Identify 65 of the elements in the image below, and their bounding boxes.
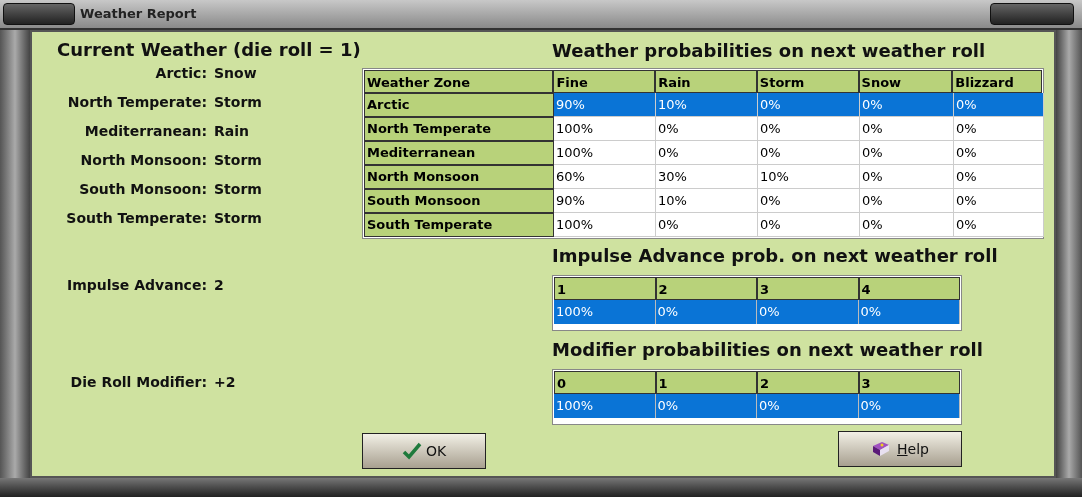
- section-heading: Weather probabilities on next weather roll: [552, 39, 987, 63]
- table-row[interactable]: 100% 0% 0% 0% 0%: [554, 117, 1044, 141]
- table-cell: 0%: [655, 300, 757, 324]
- column-header: Blizzard: [952, 70, 1042, 93]
- zone-label: South Monsoon:: [78, 180, 207, 199]
- column-header: 1: [655, 371, 757, 394]
- zone-label: North Temperate:: [66, 93, 207, 112]
- column-header: 0: [554, 371, 656, 394]
- table-cell: 0%: [757, 300, 859, 324]
- zone-value: Storm: [214, 93, 262, 112]
- row-header: North Temperate: [364, 117, 554, 141]
- section-heading: Modifier probabilities on next weather roll: [552, 338, 984, 362]
- row-header: South Monsoon: [364, 189, 554, 213]
- column-header: Rain: [655, 70, 757, 93]
- column-header: 3: [858, 371, 960, 394]
- table-cell: 0%: [757, 394, 859, 418]
- table-row[interactable]: 60% 30% 10% 0% 0%: [554, 165, 1044, 189]
- window-title: Weather Report: [80, 5, 198, 23]
- column-header: 1: [554, 277, 656, 300]
- section-heading: Current Weather (die roll = 1): [57, 38, 362, 62]
- table-cell: 0%: [860, 213, 954, 237]
- table-cell: 0%: [858, 394, 960, 418]
- zone-value: Snow: [214, 64, 257, 83]
- zone-value: 2: [214, 276, 224, 295]
- checkmark-icon: [401, 442, 422, 460]
- zone-value: Storm: [214, 209, 262, 228]
- zone-label: Arctic:: [154, 64, 207, 83]
- ok-button[interactable]: OK: [362, 433, 486, 469]
- table-row[interactable]: 90% 10% 0% 0% 0%: [554, 93, 1044, 117]
- table-cell: 100%: [554, 394, 656, 418]
- zone-label: North Monsoon:: [79, 151, 207, 170]
- column-header: 3: [757, 277, 859, 300]
- section-heading: Impulse Advance prob. on next weather roll: [552, 244, 999, 268]
- table-cell: 0%: [758, 213, 860, 237]
- column-header: 2: [655, 277, 757, 300]
- row-header: Arctic: [364, 93, 554, 117]
- zone-value: Storm: [214, 151, 262, 170]
- zone-value: Rain: [214, 122, 249, 141]
- table-cell: 0%: [656, 213, 758, 237]
- row-header: Mediterranean: [364, 141, 554, 165]
- column-header: 2: [757, 371, 859, 394]
- zone-value: Storm: [214, 180, 262, 199]
- row-header: South Temperate: [364, 213, 554, 237]
- zone-value: +2: [214, 373, 236, 392]
- table-cell: 0%: [954, 213, 1044, 237]
- table-cell: 0%: [655, 394, 757, 418]
- row-header: North Monsoon: [364, 165, 554, 189]
- table-row[interactable]: 100% 0% 0% 0% 0%: [554, 213, 1044, 237]
- column-header: Snow: [858, 70, 953, 93]
- table-row[interactable]: 100% 0% 0% 0%: [554, 300, 960, 324]
- table-row[interactable]: 90% 10% 0% 0% 0%: [554, 189, 1044, 213]
- zone-label: Mediterranean:: [83, 122, 207, 141]
- table-row[interactable]: 100% 0% 0% 0%: [554, 394, 960, 418]
- zone-label: Impulse Advance:: [65, 276, 207, 295]
- zone-label: Die Roll Modifier:: [69, 373, 207, 392]
- table-cell: 0%: [858, 300, 960, 324]
- column-header: Storm: [756, 70, 859, 93]
- column-header: Weather Zone: [364, 70, 554, 93]
- help-button[interactable]: Help: [838, 431, 962, 467]
- column-header: Fine: [553, 70, 656, 93]
- table-cell: 100%: [554, 300, 656, 324]
- zone-label: South Temperate:: [65, 209, 207, 228]
- table-cell: 100%: [554, 213, 656, 237]
- table-row[interactable]: 100% 0% 0% 0% 0%: [554, 141, 1044, 165]
- column-header: 4: [858, 277, 960, 300]
